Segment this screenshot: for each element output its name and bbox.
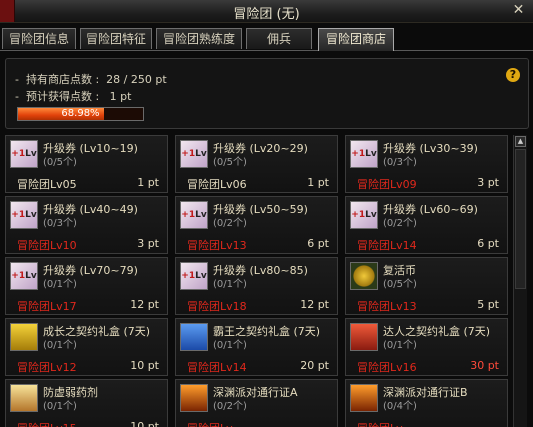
item-requirement: 冒险团Lv06 [187, 178, 247, 191]
close-icon[interactable]: ✕ [510, 2, 527, 19]
shop-item[interactable]: Lv升级券 (Lv70~79)(0/1个)冒险团Lv1712 pt [5, 257, 168, 315]
ticket-icon: Lv [350, 201, 378, 229]
shop-item[interactable]: Lv升级券 (Lv30~39)(0/3个)冒险团Lv093 pt [345, 135, 508, 193]
item-count: (0/3个) [383, 157, 417, 168]
item-count: (0/2个) [213, 218, 247, 229]
shop-item[interactable]: 深渊派对通行证B(0/4个)冒险团Lv [345, 379, 508, 427]
points-progress-bar: 68.98% [17, 107, 144, 121]
item-price: 10 pt [130, 359, 159, 372]
shop-item[interactable]: 霸王之契约礼盒 (7天) (0/1个) 冒险团Lv14 20 pt [175, 318, 338, 376]
item-requirement: 冒险团Lv18 [187, 300, 247, 313]
shop-item-list: Lv升级券 (Lv10~19)(0/5个)冒险团Lv051 ptLv升级券 (L… [5, 135, 510, 427]
shop-item[interactable]: Lv升级券 (Lv80~85)(0/1个)冒险团Lv1812 pt [175, 257, 338, 315]
title-bar: 冒险团 (无) ✕ [0, 0, 533, 23]
item-count: (0/5个) [213, 157, 247, 168]
item-count: (0/1个) [43, 340, 77, 351]
progress-text: 68.98% [61, 108, 100, 119]
shop-item[interactable]: 复活币 (0/5个) 冒险团Lv13 5 pt [345, 257, 508, 315]
item-count: (0/5个) [43, 157, 77, 168]
item-requirement: 冒险团Lv14 [187, 361, 247, 374]
gift-box-red-icon [350, 323, 378, 351]
item-requirement: 冒险团Lv16 [357, 361, 417, 374]
ticket-icon: Lv [350, 140, 378, 168]
shop-item[interactable]: Lv升级券 (Lv40~49)(0/3个)冒险团Lv103 pt [5, 196, 168, 254]
tab-guild-proficiency[interactable]: 冒险团熟练度 [156, 28, 242, 49]
tab-mercenary[interactable]: 佣兵 [246, 28, 312, 49]
item-count: (0/1个) [383, 340, 417, 351]
tab-guild-shop[interactable]: 冒险团商店 [318, 28, 394, 51]
ticket-icon: Lv [10, 140, 38, 168]
item-price: 10 pt [130, 420, 159, 427]
item-requirement: 冒险团Lv [187, 420, 233, 427]
tab-guild-traits[interactable]: 冒险团特征 [80, 28, 152, 49]
shop-item[interactable]: 成长之契约礼盒 (7天) (0/1个) 冒险团Lv12 10 pt [5, 318, 168, 376]
item-requirement: 冒险团Lv09 [357, 178, 417, 191]
item-price: 12 pt [130, 298, 159, 311]
coin-icon [350, 262, 378, 290]
tab-bar: 冒险团信息 冒险团特征 冒险团熟练度 佣兵 冒险团商店 [0, 28, 533, 51]
item-count: (0/1个) [213, 340, 247, 351]
item-requirement: 冒险团Lv [357, 420, 403, 427]
scroll-up-icon[interactable]: ▲ [515, 136, 526, 147]
item-requirement: 冒险团Lv13 [187, 239, 247, 252]
item-requirement: 冒险团Lv14 [357, 239, 417, 252]
item-count: (0/1个) [43, 401, 77, 412]
pass-icon [350, 384, 378, 412]
shop-item[interactable]: 防虚弱药剂(0/1个)冒险团Lv1510 pt [5, 379, 168, 427]
points-panel: - 持有商店点数 : 28 / 250 pt - 预计获得点数 : 1 pt ?… [5, 58, 529, 129]
points-expected: - 预计获得点数 : 1 pt [15, 90, 132, 103]
item-count: (0/3个) [43, 218, 77, 229]
item-price: 6 pt [477, 237, 499, 250]
tab-guild-info[interactable]: 冒险团信息 [2, 28, 76, 49]
points-held: - 持有商店点数 : 28 / 250 pt [15, 73, 167, 86]
item-count: (0/1个) [43, 279, 77, 290]
item-count: (0/5个) [383, 279, 417, 290]
ticket-icon: Lv [180, 201, 208, 229]
window-title: 冒险团 (无) [233, 7, 300, 22]
item-requirement: 冒险团Lv10 [17, 239, 77, 252]
item-requirement: 冒险团Lv12 [17, 361, 77, 374]
item-requirement: 冒险团Lv17 [17, 300, 77, 313]
item-price: 3 pt [137, 237, 159, 250]
item-count: (0/2个) [213, 401, 247, 412]
ticket-icon: Lv [180, 262, 208, 290]
shop-item[interactable]: Lv升级券 (Lv20~29)(0/5个)冒险团Lv061 pt [175, 135, 338, 193]
item-requirement: 冒险团Lv13 [357, 300, 417, 313]
item-count: (0/4个) [383, 401, 417, 412]
item-count: (0/1个) [213, 279, 247, 290]
item-price: 6 pt [307, 237, 329, 250]
shop-item[interactable]: 达人之契约礼盒 (7天) (0/1个) 冒险团Lv16 30 pt [345, 318, 508, 376]
item-price: 3 pt [477, 176, 499, 189]
gift-box-yellow-icon [10, 323, 38, 351]
gift-box-blue-icon [180, 323, 208, 351]
item-price: 1 pt [137, 176, 159, 189]
scrollbar[interactable]: ▲ [513, 135, 527, 427]
item-price: 1 pt [307, 176, 329, 189]
shop-item[interactable]: Lv升级券 (Lv10~19)(0/5个)冒险团Lv051 pt [5, 135, 168, 193]
scroll-thumb[interactable] [515, 149, 526, 289]
item-price: 12 pt [300, 298, 329, 311]
item-price: 20 pt [300, 359, 329, 372]
shop-item[interactable]: Lv升级券 (Lv60~69)(0/2个)冒险团Lv146 pt [345, 196, 508, 254]
potion-icon [10, 384, 38, 412]
ticket-icon: Lv [10, 201, 38, 229]
shop-item[interactable]: 深渊派对通行证A(0/2个)冒险团Lv [175, 379, 338, 427]
ticket-icon: Lv [10, 262, 38, 290]
shop-item[interactable]: Lv升级券 (Lv50~59)(0/2个)冒险团Lv136 pt [175, 196, 338, 254]
help-icon[interactable]: ? [506, 68, 520, 82]
ticket-icon: Lv [180, 140, 208, 168]
item-count: (0/2个) [383, 218, 417, 229]
pass-icon [180, 384, 208, 412]
item-requirement: 冒险团Lv15 [17, 420, 77, 427]
item-price: 5 pt [477, 298, 499, 311]
item-requirement: 冒险团Lv05 [17, 178, 77, 191]
item-price: 30 pt [470, 359, 499, 372]
